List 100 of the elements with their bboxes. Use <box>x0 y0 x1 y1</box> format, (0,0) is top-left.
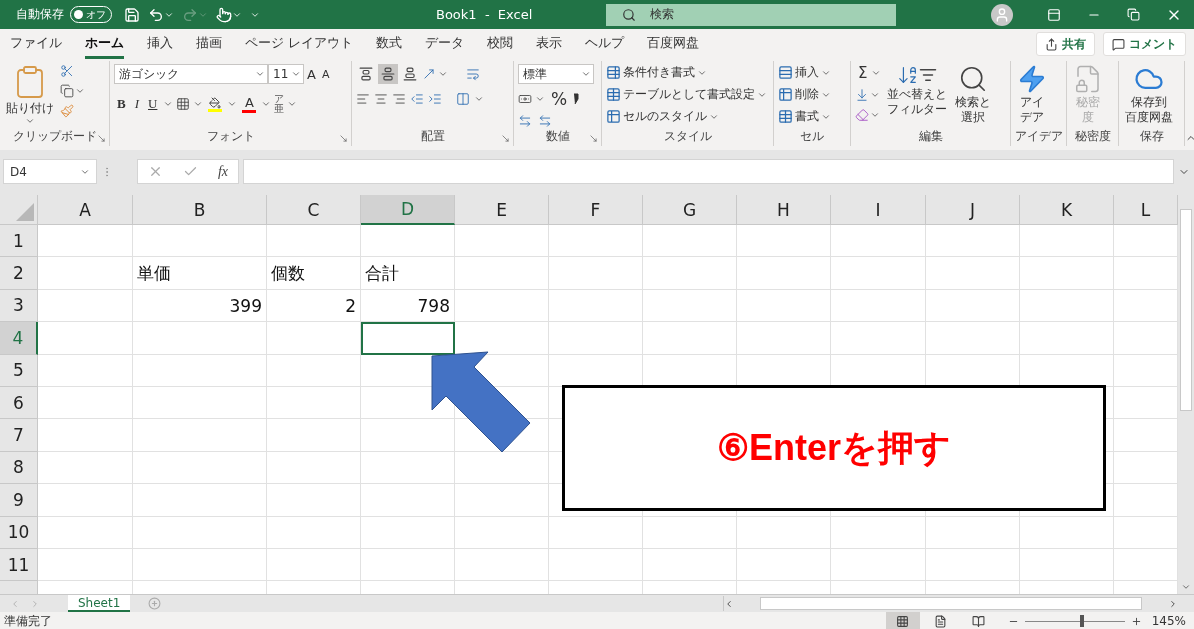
orientation-icon[interactable] <box>422 67 436 81</box>
row-header[interactable]: 10 <box>0 516 38 549</box>
add-sheet-icon[interactable] <box>148 597 162 610</box>
select-all-icon[interactable] <box>16 203 34 221</box>
ribbon-tab[interactable]: 百度网盘 <box>647 29 699 59</box>
selected-cell[interactable] <box>361 322 455 355</box>
align-left-icon[interactable] <box>356 92 370 106</box>
underline-button[interactable]: U <box>145 96 161 112</box>
italic-button[interactable]: I <box>131 96 142 112</box>
fill-icon[interactable] <box>855 88 869 102</box>
column-header[interactable]: K <box>1020 195 1114 225</box>
paste-button[interactable]: 貼り付け <box>4 64 56 128</box>
restore-icon[interactable] <box>1127 8 1140 21</box>
column-header[interactable]: G <box>643 195 737 225</box>
paintbrush-icon[interactable] <box>60 104 74 118</box>
style-menu-button[interactable]: セルのスタイル <box>606 108 767 125</box>
column-header[interactable]: B <box>133 195 267 225</box>
font-size-field[interactable]: 11 <box>268 64 304 84</box>
row-header[interactable]: 3 <box>0 289 38 323</box>
zoom-thumb[interactable] <box>1079 615 1084 627</box>
row-header[interactable]: 9 <box>0 484 38 517</box>
ribbon-tab[interactable]: ホーム <box>85 29 124 59</box>
cell-menu-button[interactable]: 削除 <box>778 86 831 103</box>
dialog-launcher-icon[interactable] <box>589 134 598 143</box>
row-header[interactable]: 7 <box>0 419 38 452</box>
vertical-align-button[interactable] <box>378 64 398 84</box>
style-menu-button[interactable]: テーブルとして書式設定 <box>606 86 767 103</box>
align-right-icon[interactable] <box>392 92 406 106</box>
percent-button[interactable]: % <box>548 89 571 109</box>
copy-icon[interactable] <box>60 84 74 98</box>
ribbon-tab[interactable]: 数式 <box>376 29 402 59</box>
scissors-icon[interactable] <box>60 64 74 78</box>
style-menu-button[interactable]: 条件付き書式 <box>606 64 767 81</box>
wrap-text-icon[interactable] <box>466 67 480 81</box>
column-header[interactable]: L <box>1114 195 1178 225</box>
scrollbar-thumb[interactable] <box>1180 209 1192 411</box>
find-select-button[interactable]: 検索と 選択 <box>953 64 994 128</box>
avatar-icon[interactable] <box>991 3 1013 26</box>
merge-icon[interactable] <box>456 92 470 106</box>
column-header[interactable]: I <box>831 195 926 225</box>
ribbon-tab[interactable]: 表示 <box>536 29 562 59</box>
row-header[interactable]: 6 <box>0 386 38 420</box>
scroll-right-icon[interactable] <box>1168 598 1178 609</box>
row-header[interactable]: 4 <box>0 322 38 355</box>
ribbon-tab[interactable]: 挿入 <box>147 29 173 59</box>
ribbon-tab[interactable]: ページ レイアウト <box>245 29 353 59</box>
ribbon-tab[interactable]: 描画 <box>196 29 222 59</box>
column-header[interactable]: E <box>455 195 549 225</box>
indent-decrease-icon[interactable] <box>410 92 424 106</box>
scroll-down-icon[interactable] <box>1181 582 1191 592</box>
column-header[interactable]: H <box>737 195 831 225</box>
row-header[interactable]: 11 <box>0 548 38 582</box>
ideas-button[interactable]: アイ デア <box>1015 64 1049 128</box>
column-header[interactable]: C <box>267 195 361 225</box>
bold-button[interactable]: B <box>114 96 129 112</box>
autosum-button[interactable]: Σ <box>855 64 871 82</box>
cell-menu-button[interactable]: 書式 <box>778 108 831 125</box>
row-header[interactable]: 8 <box>0 451 38 485</box>
formula-input[interactable] <box>243 159 1174 184</box>
name-box[interactable]: D4 <box>3 159 97 184</box>
cell-menu-button[interactable]: 挿入 <box>778 64 831 81</box>
row-header[interactable]: 2 <box>0 257 38 290</box>
column-header[interactable]: D <box>361 195 455 225</box>
phonetic-button[interactable]: ア 亜 <box>274 94 285 114</box>
align-center-icon[interactable] <box>374 92 388 106</box>
column-header[interactable]: J <box>926 195 1020 225</box>
search-field[interactable]: 検索 <box>606 3 896 26</box>
ribbon-display-icon[interactable] <box>1047 7 1061 22</box>
dialog-launcher-icon[interactable] <box>501 134 510 143</box>
undo-icon[interactable] <box>148 6 164 23</box>
row-header[interactable]: 5 <box>0 354 38 387</box>
comment-button[interactable]: コメント <box>1103 32 1186 56</box>
indent-increase-icon[interactable] <box>428 92 442 106</box>
decimal-increase-icon[interactable] <box>518 114 532 128</box>
border-icon[interactable] <box>176 97 191 111</box>
touch-mode-icon[interactable] <box>216 6 232 23</box>
dialog-launcher-icon[interactable] <box>339 134 348 143</box>
zoom-in-icon[interactable] <box>1130 615 1142 627</box>
font-field[interactable]: 游ゴシック <box>114 64 268 84</box>
row-header[interactable]: 1 <box>0 225 38 258</box>
column-header[interactable]: F <box>549 195 643 225</box>
number-format-field[interactable]: 標準 <box>518 64 594 84</box>
scrollbar-thumb[interactable] <box>760 597 1142 610</box>
dialog-launcher-icon[interactable] <box>97 134 106 143</box>
decimal-decrease-icon[interactable] <box>538 114 552 128</box>
share-button[interactable]: 共有 <box>1036 32 1095 56</box>
view-button[interactable] <box>885 612 920 629</box>
save-icon[interactable] <box>124 6 140 23</box>
ribbon-tab[interactable]: データ <box>425 29 464 59</box>
sort-filter-button[interactable]: 並べ替えと フィルター <box>885 64 950 128</box>
sheet-tab[interactable]: Sheet1 <box>68 595 131 612</box>
insert-function-button[interactable]: fx <box>217 163 228 180</box>
shrink-font-button[interactable]: A <box>318 67 333 81</box>
scroll-left-icon[interactable] <box>724 598 734 609</box>
currency-icon[interactable] <box>518 92 532 106</box>
grow-font-button[interactable]: A <box>304 66 319 82</box>
fill-color-button[interactable] <box>206 96 225 112</box>
ribbon-tab[interactable]: ヘルプ <box>585 29 624 59</box>
eraser-icon[interactable] <box>855 108 869 122</box>
save-to-cloud-button[interactable]: 保存到 百度网盘 <box>1123 64 1175 128</box>
